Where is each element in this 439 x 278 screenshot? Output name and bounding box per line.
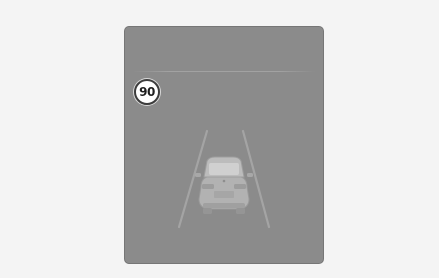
car-rear-icon bbox=[195, 156, 253, 214]
right-lane-line bbox=[241, 129, 271, 229]
left-lane-line bbox=[177, 129, 209, 229]
speed-limit-value: 90 bbox=[139, 85, 155, 99]
road-illustration bbox=[177, 129, 271, 229]
speed-limit-sign: 90 bbox=[134, 79, 160, 105]
driver-display-panel: 90 bbox=[124, 26, 324, 264]
